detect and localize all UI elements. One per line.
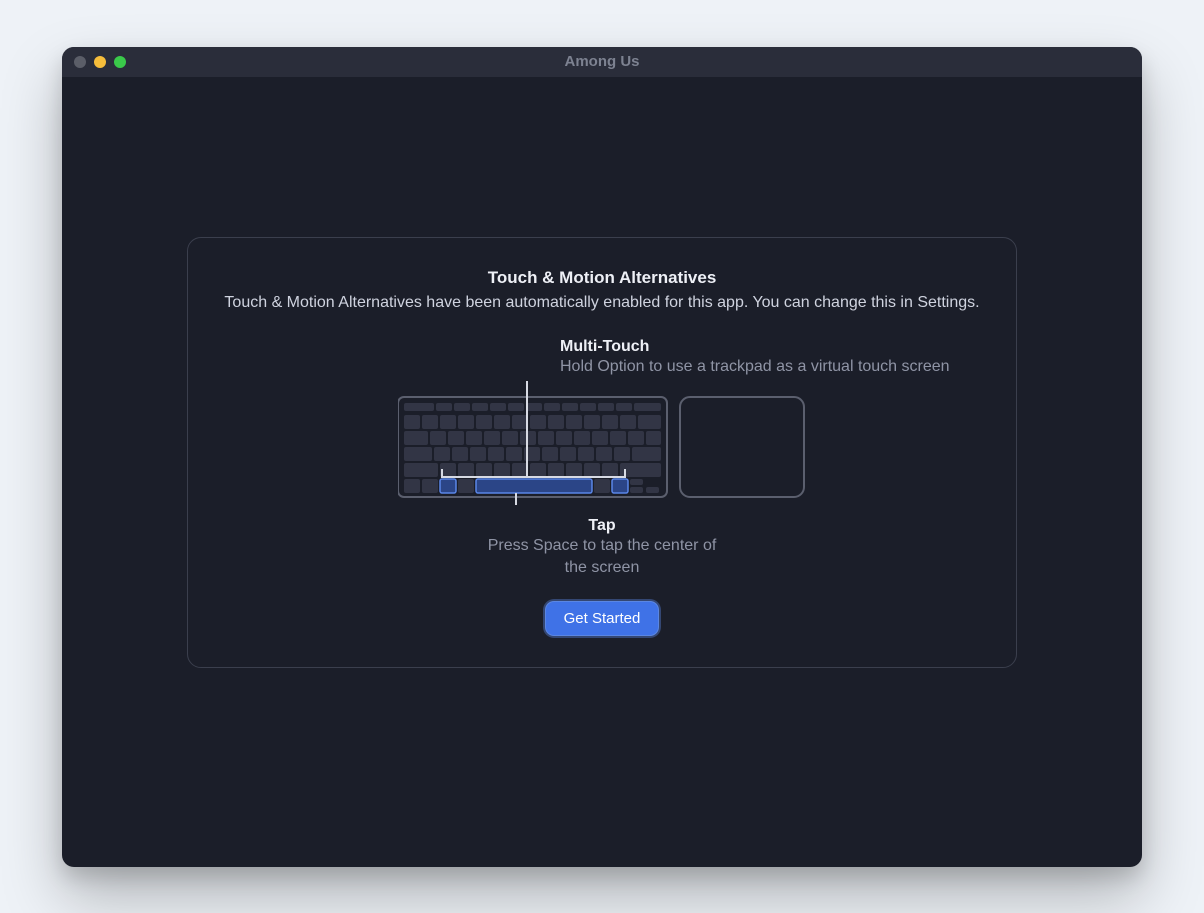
tap-title: Tap <box>487 517 717 535</box>
tap-text: Press Space to tap the center of the scr… <box>487 535 717 578</box>
titlebar: Among Us <box>62 47 1142 77</box>
multitouch-leader-line <box>526 381 528 441</box>
close-icon[interactable] <box>74 56 86 68</box>
window-title: Among Us <box>62 53 1142 70</box>
multitouch-title: Multi-Touch <box>560 338 982 356</box>
minimize-icon[interactable] <box>94 56 106 68</box>
panel-description: Touch & Motion Alternatives have been au… <box>222 294 982 312</box>
multitouch-callout: Multi-Touch Hold Option to use a trackpa… <box>560 338 982 378</box>
tap-callout: Tap Press Space to tap the center of the… <box>487 517 717 578</box>
keyboard-trackpad-icon <box>398 391 806 505</box>
get-started-button[interactable]: Get Started <box>546 602 659 635</box>
multitouch-text: Hold Option to use a trackpad as a virtu… <box>560 356 982 378</box>
onboarding-panel: Touch & Motion Alternatives Touch & Moti… <box>187 237 1017 669</box>
content-area: Touch & Motion Alternatives Touch & Moti… <box>62 77 1142 867</box>
keyboard-trackpad-diagram <box>398 391 806 505</box>
zoom-icon[interactable] <box>114 56 126 68</box>
panel-heading: Touch & Motion Alternatives <box>222 268 982 288</box>
app-window: Among Us Touch & Motion Alternatives Tou… <box>62 47 1142 867</box>
